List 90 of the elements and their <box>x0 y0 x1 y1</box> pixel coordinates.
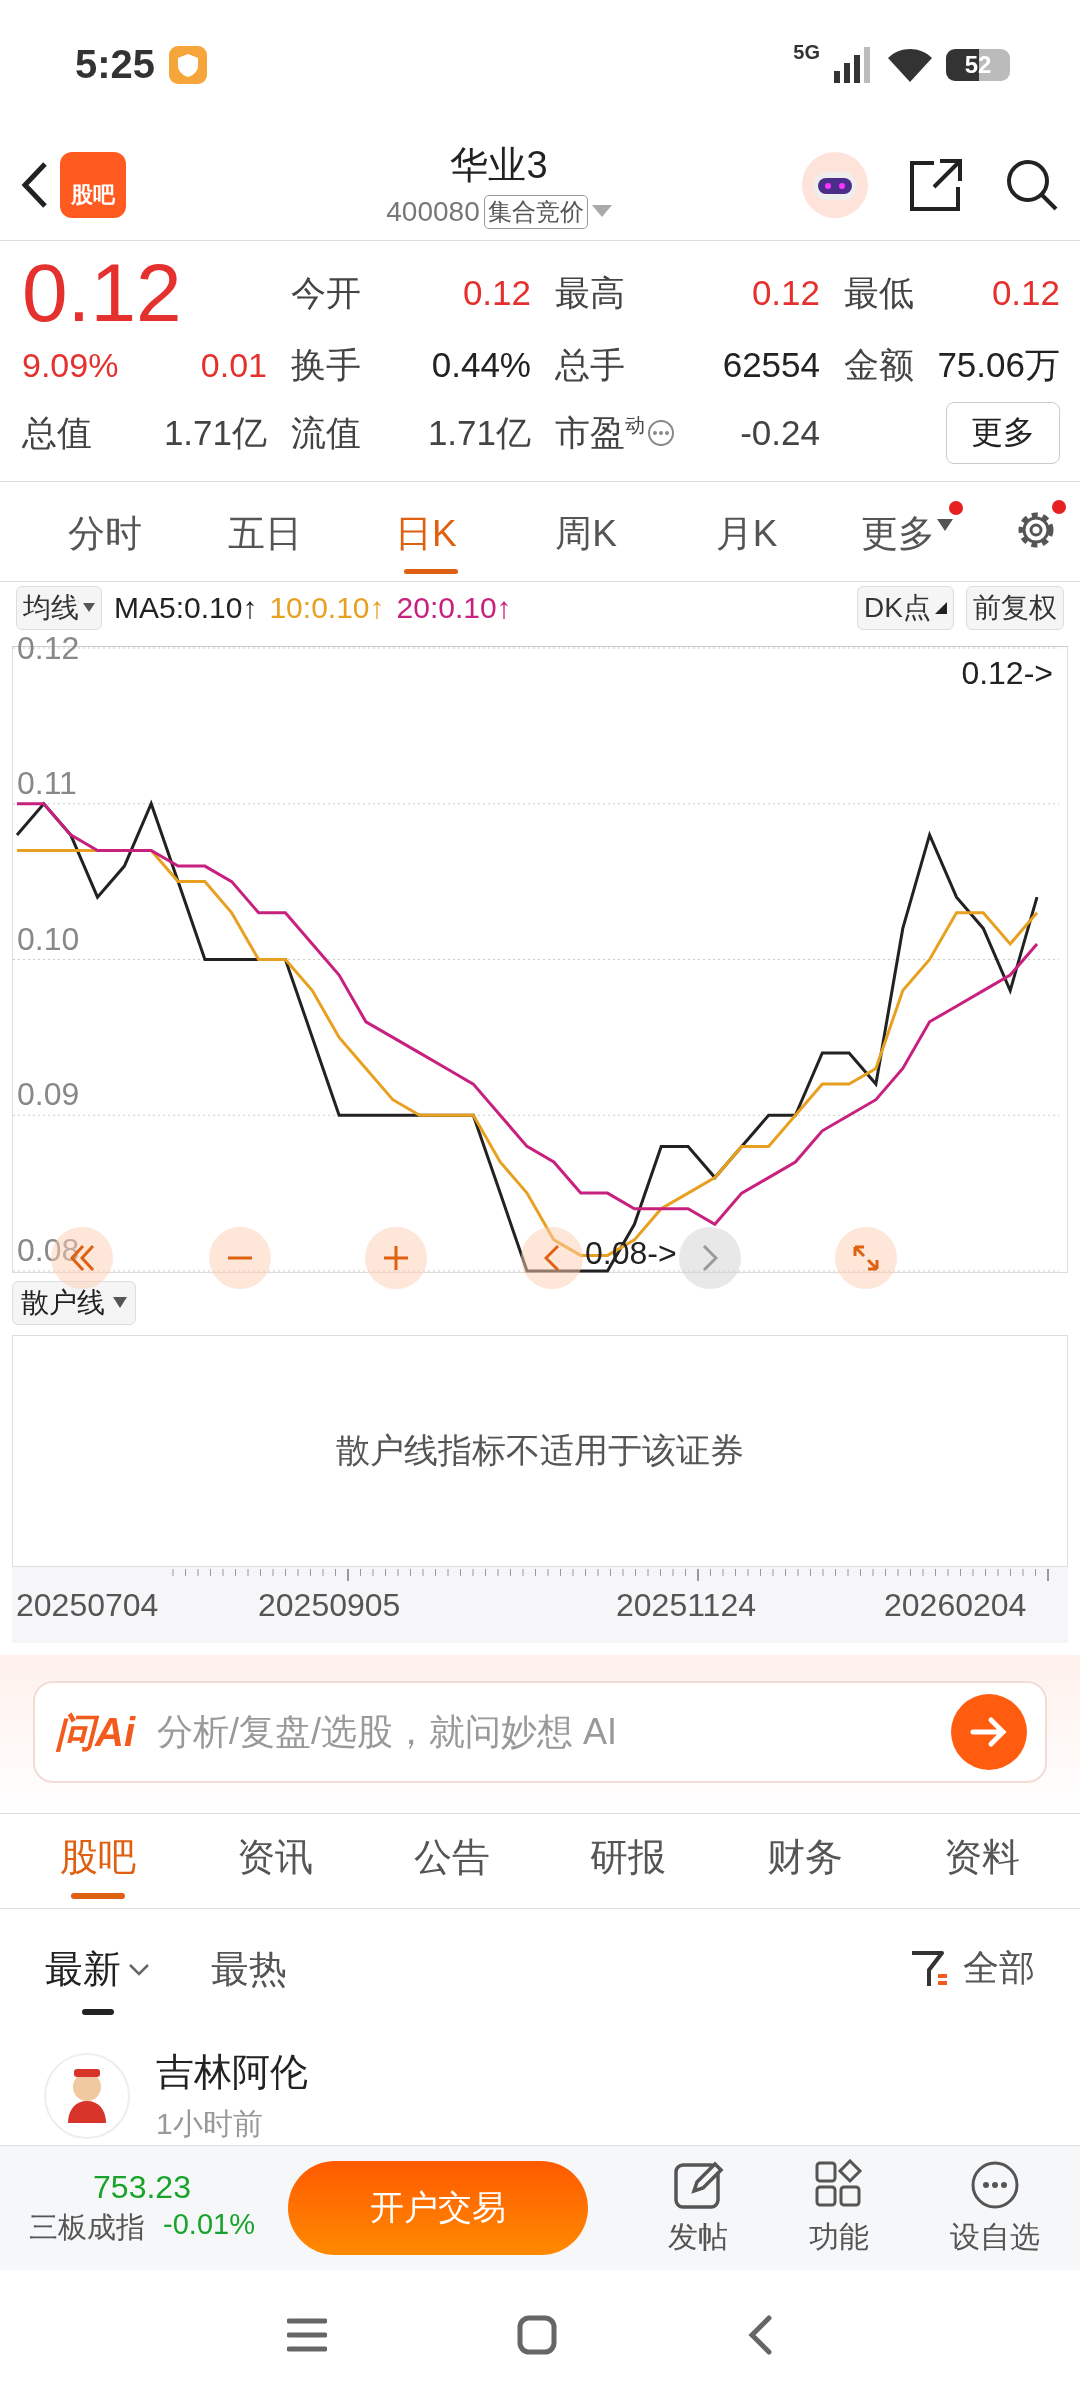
more-button[interactable]: 更多 <box>946 402 1060 465</box>
period-tab[interactable]: 周K <box>555 501 627 560</box>
stat-label: 最高 <box>555 271 625 314</box>
date-label: 20250704 <box>16 1587 160 1624</box>
price-adjust-button[interactable]: 前复权 <box>966 586 1064 630</box>
chevron-down-icon[interactable] <box>127 1961 151 1978</box>
ma-legend-value: MA5:0.10↑ <box>114 591 258 625</box>
axis-label: 0.10 <box>17 920 80 957</box>
ai-question-field[interactable]: 分析/复盘/选股，就问妙想 AI <box>155 1710 931 1754</box>
ai-logo: 问Ai <box>55 1708 135 1756</box>
date-label: 20251124 <box>616 1587 757 1624</box>
content-tab[interactable]: 研报 <box>590 1832 667 1883</box>
stat-label: 最低 <box>844 271 914 314</box>
index-change: -0.01% <box>163 2207 255 2242</box>
indicator-dropdown[interactable]: 散户线 <box>12 1281 136 1325</box>
expand-icon <box>853 1245 879 1271</box>
toolbar-button[interactable]: 发帖 <box>662 2157 735 2259</box>
stock-title: 华业3 <box>450 143 548 189</box>
toolbar-button[interactable]: 功能 <box>803 2157 875 2259</box>
corner-caret-icon <box>935 602 947 614</box>
post-time: 1小时前 <box>156 2105 264 2142</box>
period-tab[interactable]: 月K <box>715 501 788 560</box>
index-name: 三板成指 <box>29 2209 146 2245</box>
period-tab[interactable]: 更多 <box>860 501 963 560</box>
period-tab[interactable]: 日K <box>394 501 467 560</box>
notice-text: 散户线指标不适用于该证券 <box>336 1430 744 1471</box>
toolbar-button[interactable]: 设自选 <box>943 2157 1046 2259</box>
caret-icon <box>83 603 95 613</box>
stat-value: 0.44% <box>431 345 531 386</box>
date-label: 20260204 <box>884 1587 1028 1624</box>
change-percent: 9.09% <box>22 345 119 385</box>
avatar-icon <box>44 2052 130 2139</box>
menu-icon[interactable] <box>287 2317 327 2354</box>
clock-time: 5:25 <box>75 42 156 88</box>
minus-icon <box>227 1255 253 1261</box>
shield-icon <box>169 45 208 84</box>
stat-value: 0.12 <box>462 273 531 314</box>
stat-label: 流值 <box>291 411 361 454</box>
stat-value: -0.24 <box>740 413 820 454</box>
stat-label: 换手 <box>291 343 361 386</box>
wifi-icon <box>888 47 932 82</box>
tab-indicator <box>403 569 458 575</box>
content-tab[interactable]: 资料 <box>943 1832 1020 1883</box>
dk-points-button[interactable]: DK点 <box>857 586 954 630</box>
period-tab[interactable]: 五日 <box>228 501 313 560</box>
content-tab[interactable]: 资讯 <box>237 1832 313 1883</box>
tab-indicator <box>82 2009 114 2016</box>
info-icon[interactable] <box>647 419 675 448</box>
content-tab[interactable]: 财务 <box>767 1832 843 1883</box>
period-tab[interactable]: 分时 <box>68 501 153 560</box>
axis-label: 0.08 <box>17 1232 80 1268</box>
chevron-right-icon <box>702 1244 718 1272</box>
stat-value: 75.06万 <box>937 343 1060 386</box>
chevron-left-icon <box>544 1244 560 1272</box>
stat-label: 总手 <box>555 343 625 386</box>
stat-label: 市盈$^{动}$ <box>555 411 645 454</box>
caret-icon <box>113 1297 127 1309</box>
stock-code: 400080 <box>386 196 480 229</box>
sort-tab[interactable]: 最新 <box>45 1944 151 1996</box>
sort-tab[interactable]: 最热 <box>211 1944 287 1996</box>
auction-tag: 集合竞价 <box>483 195 588 230</box>
network-type: 5G <box>793 40 820 64</box>
content-tab[interactable]: 公告 <box>413 1832 490 1883</box>
tab-indicator <box>71 1893 126 1899</box>
home-icon[interactable] <box>517 2315 557 2356</box>
date-label: 20250905 <box>258 1587 402 1624</box>
author-name[interactable]: 吉林阿伦 <box>156 2046 308 2098</box>
filter-label[interactable]: 全部 <box>963 1944 1035 1994</box>
content-tab[interactable]: 股吧 <box>60 1832 137 1883</box>
indicator-dropdown[interactable]: 均线 <box>16 586 102 630</box>
current-price: 0.12 <box>22 255 183 332</box>
ma-legend-value: 10:0.10↑ <box>269 591 385 625</box>
stat-value: 1.71亿 <box>163 411 267 454</box>
share-icon[interactable] <box>908 156 964 213</box>
axis-label: 0.12 <box>17 630 80 666</box>
stat-value: 0.12 <box>751 273 820 314</box>
max-price-label: 0.12-> <box>961 655 1053 692</box>
stat-label: 金额 <box>844 343 914 386</box>
stat-value: 1.71亿 <box>427 411 531 454</box>
send-button[interactable] <box>951 1694 1027 1770</box>
change-amount: 0.01 <box>200 345 267 385</box>
ma-legend-value: 20:0.10↑ <box>396 591 512 625</box>
robot-icon[interactable] <box>802 151 868 218</box>
stat-value: 0.12 <box>991 273 1060 314</box>
stat-label: 总值 <box>22 411 92 454</box>
stat-label: 今开 <box>291 271 361 314</box>
plus-icon <box>383 1245 409 1271</box>
axis-label: 0.11 <box>17 764 77 801</box>
axis-label: 0.09 <box>17 1076 80 1113</box>
stat-value: 62554 <box>722 345 820 386</box>
